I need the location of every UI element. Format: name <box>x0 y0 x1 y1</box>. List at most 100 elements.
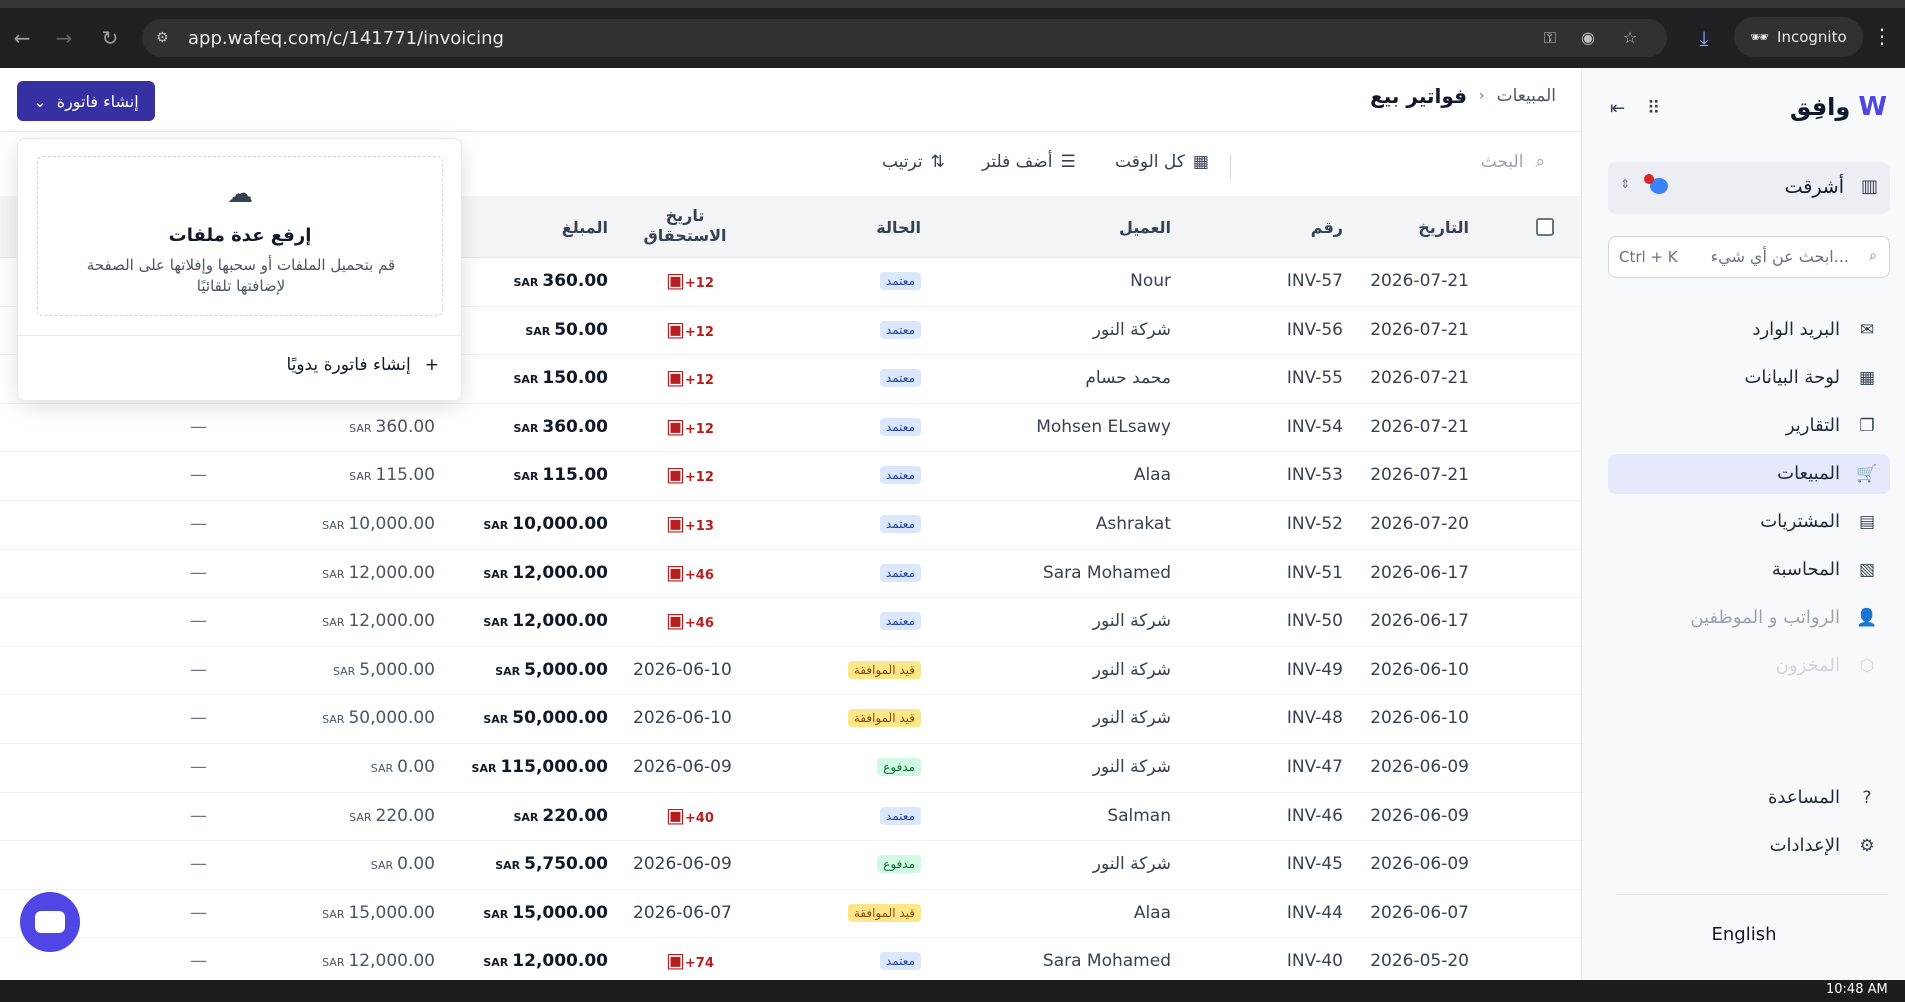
forward-icon[interactable]: → <box>52 26 76 50</box>
cell-due-date: 2026-06-09 <box>633 854 732 875</box>
download-icon[interactable]: ⤓ <box>1692 26 1716 50</box>
cell-empty-dash: — <box>190 757 207 777</box>
overdue-days: +40 <box>684 810 714 826</box>
column-due-date[interactable]: تاريخ الاستحقاق <box>640 206 730 246</box>
org-name: أشرقت <box>1784 176 1844 198</box>
reload-icon[interactable]: ↻ <box>98 26 122 50</box>
sidebar-item-4[interactable]: ▤ المشتريات <box>1608 502 1890 542</box>
table-row[interactable]: 2026-06-09 INV-47 شركة النور مدفوع 2026-06-0… <box>0 744 1581 793</box>
cell-amount: SAR 150.00 <box>513 368 608 389</box>
table-row[interactable]: 2026-06-07 INV-44 Alaa قيد الموافقة 2026-06-… <box>0 890 1581 939</box>
table-row[interactable]: 2026-06-10 INV-49 شركة النور قيد الموافقة 20… <box>0 647 1581 696</box>
inbox-icon: ✉ <box>1859 320 1875 340</box>
apps-grid-icon[interactable]: ⠿ <box>1647 98 1660 119</box>
cell-amount: SAR 115,000.00 <box>471 757 608 777</box>
chat-button[interactable] <box>20 892 80 952</box>
sidebar-item-3[interactable]: 🛒 المبيعات <box>1608 454 1890 494</box>
column-customer[interactable]: العميل <box>1119 218 1171 237</box>
select-all-checkbox[interactable] <box>1536 218 1554 236</box>
cell-number: INV-50 <box>1286 611 1343 632</box>
sidebar-toolbar: ⇤ ⠿ <box>1610 98 1660 119</box>
column-date[interactable]: التاريخ <box>1418 218 1469 237</box>
org-avatar <box>1644 174 1668 198</box>
sidebar-item-label: المشتريات <box>1760 511 1840 532</box>
cell-date: 2026-06-07 <box>1370 902 1469 923</box>
sidebar-item-2[interactable]: ❐ التقارير <box>1608 406 1890 446</box>
status-badge: معتمد <box>879 369 921 388</box>
url-text[interactable]: app.wafeq.com/c/141771/invoicing <box>188 28 504 49</box>
upload-dropzone[interactable]: ☁ إرفع عدة ملفات قم بتحميل الملفات أو سح… <box>37 156 443 316</box>
sidebar-item-label: الرواتب و الموظفين <box>1690 607 1840 628</box>
status-badge: معتمد <box>879 806 921 825</box>
sidebar-item-1[interactable]: ▦ لوحة البيانات <box>1608 358 1890 398</box>
currency-label: SAR <box>495 859 521 873</box>
sidebar-item-0[interactable]: ? المساعدة <box>1608 778 1890 818</box>
status-badge: معتمد <box>879 612 921 631</box>
global-search-input[interactable]: ⌕ ابحث عن أي شيء... Ctrl + K <box>1608 236 1890 278</box>
browser-menu-icon[interactable]: ⋮ <box>1872 24 1892 48</box>
status-badge: معتمد <box>879 952 921 971</box>
incognito-badge[interactable]: 🕶 Incognito <box>1734 17 1863 57</box>
currency-label: SAR <box>513 373 539 387</box>
status-badge: معتمد <box>879 320 921 339</box>
cell-customer: شركة النور <box>1092 659 1171 680</box>
cell-number: INV-53 <box>1286 465 1343 486</box>
status-badge: قيد الموافقة <box>847 903 921 922</box>
breadcrumb-sales[interactable]: المبيعات <box>1497 86 1556 106</box>
cell-number: INV-52 <box>1286 514 1343 534</box>
site-settings-icon[interactable]: ⚙ <box>156 29 174 47</box>
sidebar-item-7[interactable]: ⬡ المخزون <box>1608 646 1890 686</box>
table-row[interactable]: 2026-07-21 INV-54 Mohsen ELsawy معتمد ▣+12 SA… <box>0 404 1581 453</box>
cell-number: INV-56 <box>1286 319 1343 340</box>
organization-switcher[interactable]: ▥ أشرقت ⇕ <box>1608 162 1890 214</box>
cell-empty-dash: — <box>190 611 207 632</box>
currency-label: SAR <box>483 616 509 630</box>
table-row[interactable]: 2026-06-09 INV-46 Salman معتمد ▣+40 SAR 220.00… <box>0 793 1581 842</box>
wafeq-logo[interactable]: وافِق W <box>1790 92 1887 122</box>
cell-balance: SAR 12,000.00 <box>322 562 435 583</box>
key-icon[interactable]: ⚿ <box>1540 28 1560 48</box>
column-number[interactable]: رقم <box>1311 218 1343 237</box>
eye-off-icon[interactable]: ◉ <box>1578 28 1598 48</box>
cell-amount: SAR 50,000.00 <box>483 708 608 729</box>
chevron-down-icon: ⌄ <box>33 91 47 111</box>
cell-date: 2026-06-10 <box>1370 708 1469 729</box>
table-row[interactable]: 2026-07-20 INV-52 Ashrakat معتمد ▣+13 SAR 10,0… <box>0 501 1581 550</box>
cell-customer: Sara Mohamed <box>1042 562 1171 583</box>
star-icon[interactable]: ☆ <box>1620 28 1640 48</box>
create-invoice-button[interactable]: ⌄ إنشاء فاتورة <box>17 81 155 121</box>
collapse-sidebar-icon[interactable]: ⇤ <box>1610 98 1625 119</box>
manual-invoice-item[interactable]: + إنشاء فاتورة يدويًا <box>286 355 439 375</box>
back-icon[interactable]: ← <box>10 26 34 50</box>
status-badge: معتمد <box>879 515 921 533</box>
create-invoice-menu: ☁ إرفع عدة ملفات قم بتحميل الملفات أو سح… <box>17 138 462 401</box>
cell-number: INV-48 <box>1286 708 1343 729</box>
overdue-days: +12 <box>684 276 714 291</box>
table-row[interactable]: 2026-06-17 INV-50 شركة النور معتمد ▣+46 SAR 12… <box>0 598 1581 647</box>
language-switch[interactable]: English <box>1582 924 1905 945</box>
overdue-days: +74 <box>684 956 714 972</box>
address-bar[interactable]: ⚙ app.wafeq.com/c/141771/invoicing ⚿ ◉ ☆ <box>142 19 1667 57</box>
cell-number: INV-55 <box>1286 368 1343 389</box>
table-row[interactable]: 2026-07-21 INV-53 Alaa معتمد ▣+12 SAR 115.00 SA… <box>0 452 1581 501</box>
currency-label: SAR <box>322 713 345 727</box>
add-filter-button[interactable]: ☰ أضف فلتر <box>982 152 1076 172</box>
time-filter-button[interactable]: ▦ كل الوقت <box>1115 152 1209 172</box>
sidebar-item-1[interactable]: ⚙ الإعدادات <box>1608 826 1890 866</box>
cell-customer: شركة النور <box>1092 611 1171 632</box>
page-header: المبيعات ‹ فواتير بيع ⌄ إنشاء فاتورة <box>0 68 1581 132</box>
cell-empty-dash: — <box>190 465 207 486</box>
sidebar-item-0[interactable]: ✉ البريد الوارد <box>1608 310 1890 350</box>
cell-due-date: 2026-06-07 <box>633 902 732 923</box>
table-row[interactable]: 2026-06-10 INV-48 شركة النور قيد الموافقة 20… <box>0 695 1581 744</box>
sidebar-item-6[interactable]: 👤 الرواتب و الموظفين <box>1608 598 1890 638</box>
sidebar-item-5[interactable]: ▧ المحاسبة <box>1608 550 1890 590</box>
table-row[interactable]: 2026-06-17 INV-51 Sara Mohamed معتمد ▣+46 SAR… <box>0 550 1581 599</box>
search-input[interactable]: ⌕ البحث <box>1481 152 1545 172</box>
status-badge: مدفوع <box>877 758 921 776</box>
table-row[interactable]: 2026-06-09 INV-45 شركة النور مدفوع 2026-06-0… <box>0 841 1581 890</box>
column-amount[interactable]: المبلغ <box>562 218 608 237</box>
sort-button[interactable]: ⇅ ترتيب <box>882 152 945 172</box>
cell-number: INV-51 <box>1286 562 1343 583</box>
column-status[interactable]: الحالة <box>876 218 921 237</box>
